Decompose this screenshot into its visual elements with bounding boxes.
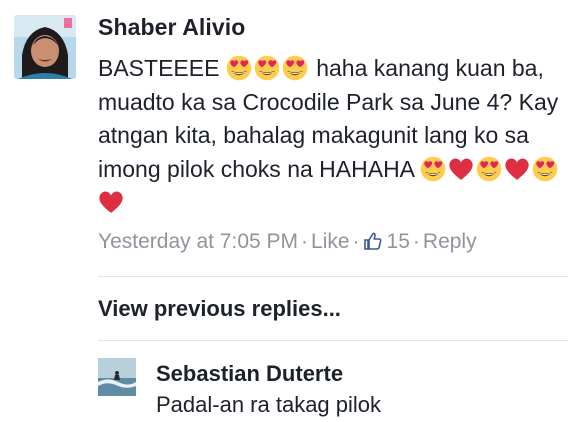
comment-text-part1: BASTEEEE [98, 55, 220, 81]
heart-eyes-emoji [226, 55, 252, 81]
separator: · [412, 230, 420, 253]
comment-timestamp[interactable]: Yesterday at 7:05 PM [98, 230, 298, 253]
reply-text: Padal-an ra takag pilok [156, 392, 382, 417]
heart-eyes-emoji [282, 55, 308, 81]
like-button[interactable]: Like [311, 230, 350, 253]
separator: · [352, 230, 360, 253]
reply-button[interactable]: Reply [423, 230, 477, 253]
red-heart-emoji [98, 189, 124, 215]
avatar[interactable] [14, 15, 76, 79]
reply-author[interactable]: Sebastian Duterte [156, 361, 343, 387]
separator: · [301, 230, 309, 253]
red-heart-emoji [504, 156, 530, 182]
comment-meta: Yesterday at 7:05 PM · Like · 15 · Reply [98, 230, 477, 254]
comment-text: BASTEEEE haha kanang kuan ba, muadto ka … [98, 52, 568, 220]
red-heart-emoji [448, 156, 474, 182]
divider [98, 276, 568, 277]
view-previous-replies-link[interactable]: View previous replies... [98, 296, 341, 322]
heart-eyes-emoji [254, 55, 280, 81]
comment-author[interactable]: Shaber Alivio [98, 14, 245, 41]
avatar-image [14, 15, 76, 79]
reply-avatar[interactable] [98, 358, 136, 396]
divider [98, 340, 568, 341]
like-count[interactable]: 15 [387, 230, 410, 253]
heart-eyes-emoji [476, 156, 502, 182]
heart-eyes-emoji [420, 156, 446, 182]
heart-eyes-emoji [532, 156, 558, 182]
thumbs-up-icon[interactable] [363, 231, 383, 251]
reply-avatar-image [98, 358, 136, 396]
